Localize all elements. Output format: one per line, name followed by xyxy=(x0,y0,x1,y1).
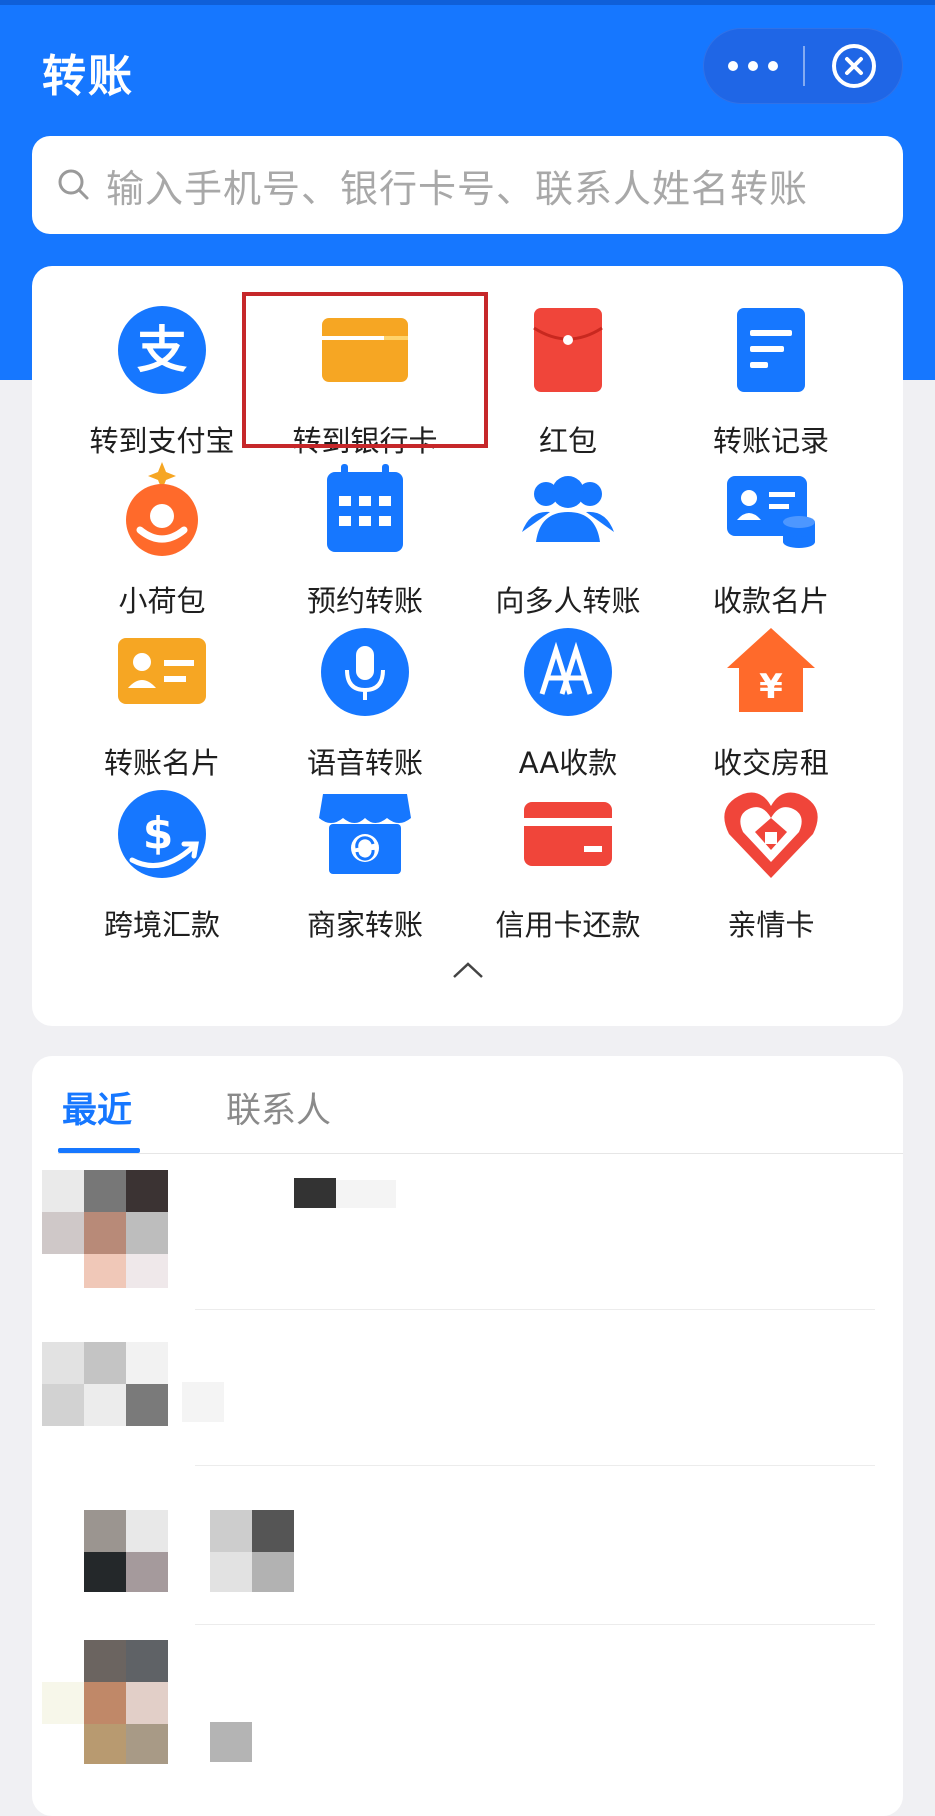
grid-item-merchant-transfer[interactable]: 商家转账 xyxy=(265,784,465,942)
list-divider xyxy=(195,1309,875,1310)
search-icon xyxy=(58,169,89,200)
grid-item-transfer-record[interactable]: 转账记录 xyxy=(671,300,871,458)
grid-label: AA收款 xyxy=(518,746,618,780)
grid-label: 向多人转账 xyxy=(495,584,641,618)
aa-icon xyxy=(524,628,612,716)
grid-item-alipay[interactable]: 支 转到支付宝 xyxy=(62,300,262,458)
list-item[interactable] xyxy=(32,1170,903,1310)
grid-item-credit-card[interactable]: 信用卡还款 xyxy=(468,784,668,942)
svg-text:¥: ¥ xyxy=(759,667,783,707)
svg-text:支: 支 xyxy=(137,321,187,379)
highlight-box xyxy=(242,292,488,448)
list-item[interactable] xyxy=(32,1342,903,1462)
transfer-card-icon xyxy=(118,638,206,704)
tab-separator xyxy=(58,1153,903,1154)
grid-item-house-rent[interactable]: ¥ 收交房租 xyxy=(671,622,871,780)
svg-text:$: $ xyxy=(143,808,174,859)
chevron-up-icon[interactable] xyxy=(451,960,485,980)
list-divider xyxy=(195,1624,875,1625)
grid-label: 亲情卡 xyxy=(727,908,815,942)
grid-item-voice-transfer[interactable]: 语音转账 xyxy=(265,622,465,780)
grid-label: 预约转账 xyxy=(306,584,423,618)
grid-item-transfer-card[interactable]: 转账名片 xyxy=(62,622,262,780)
cross-border-icon: $ xyxy=(118,790,206,878)
grid-item-family-card[interactable]: 亲情卡 xyxy=(671,784,871,942)
more-dots-icon xyxy=(728,61,778,71)
alipay-icon: 支 xyxy=(118,306,206,394)
red-packet-icon xyxy=(533,308,603,392)
multi-user-icon xyxy=(522,476,614,542)
grid-item-multi-transfer[interactable]: 向多人转账 xyxy=(468,460,668,618)
grid-item-red-packet[interactable]: 红包 xyxy=(468,300,668,458)
mini-program-capsule xyxy=(703,28,903,104)
credit-card-icon xyxy=(524,802,612,866)
grid-item-payment-card[interactable]: 收款名片 xyxy=(671,460,871,618)
grid-label: 信用卡还款 xyxy=(495,908,641,942)
grid-label: 收款名片 xyxy=(712,584,829,618)
more-button[interactable] xyxy=(703,28,803,104)
grid-label: 收交房租 xyxy=(712,746,829,780)
grid-label: 语音转账 xyxy=(306,746,423,780)
calendar-icon xyxy=(327,464,403,552)
page-title: 转账 xyxy=(42,51,134,102)
search-placeholder: 输入手机号、银行卡号、联系人姓名转账 xyxy=(106,166,809,211)
grid-label: 红包 xyxy=(538,424,597,458)
house-rent-icon: ¥ xyxy=(727,628,815,712)
grid-label: 小荷包 xyxy=(118,584,206,618)
list-divider xyxy=(195,1465,875,1466)
grid-label: 转到支付宝 xyxy=(89,424,235,458)
grid-label: 商家转账 xyxy=(306,908,423,942)
grid-label: 跨境汇款 xyxy=(103,908,220,942)
list-item[interactable] xyxy=(32,1640,903,1770)
list-item[interactable] xyxy=(32,1510,903,1600)
microphone-icon xyxy=(321,628,409,716)
grid-item-aa[interactable]: AA收款 xyxy=(468,622,668,780)
grid-item-scheduled-transfer[interactable]: 预约转账 xyxy=(265,460,465,618)
small-purse-icon xyxy=(126,462,198,556)
tab-contacts[interactable]: 联系人 xyxy=(226,1082,331,1133)
search-bar[interactable]: 输入手机号、银行卡号、联系人姓名转账 xyxy=(32,136,903,234)
tab-recent[interactable]: 最近 xyxy=(62,1082,132,1133)
close-button[interactable] xyxy=(805,28,903,104)
grid-item-small-purse[interactable]: 小荷包 xyxy=(62,460,262,618)
transfer-record-icon xyxy=(737,308,805,392)
family-card-icon xyxy=(724,792,818,878)
payment-card-icon xyxy=(727,476,815,548)
grid-label: 转账记录 xyxy=(712,424,829,458)
grid-label: 转账名片 xyxy=(103,746,220,780)
close-circle-icon xyxy=(832,44,876,88)
grid-item-cross-border[interactable]: $ 跨境汇款 xyxy=(62,784,262,942)
merchant-icon xyxy=(319,794,411,874)
